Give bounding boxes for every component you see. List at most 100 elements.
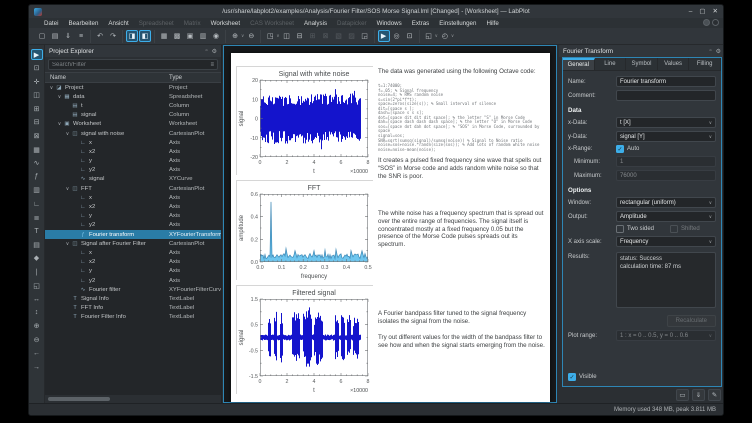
tree-row-t[interactable]: ▤tColumn [45,101,221,110]
dock-close-icon[interactable]: ⚙ [716,48,721,55]
tree-row-worksheet[interactable]: ∨▣WorksheetWorksheet [45,120,221,129]
chevron-down-icon[interactable]: ∨ [276,33,279,39]
move-mode-icon[interactable]: ✛ [31,76,43,87]
expander-icon[interactable]: ∨ [56,94,63,100]
navigate-mode-icon[interactable]: ▶ [31,49,43,60]
tab-symbol[interactable]: Symbol [626,58,658,70]
type-column-header[interactable]: Type [169,75,221,81]
close-button[interactable]: ✕ [713,5,718,18]
add-reference-line-icon[interactable]: ∣ [31,267,43,278]
add-cartesian-plot-icon[interactable]: ◫ [31,90,43,101]
new-matrix-icon[interactable]: ▩ [171,30,183,42]
auto-scale-icon[interactable]: ◱ [31,280,43,291]
tree-row-fourier-filter[interactable]: ∿Fourier filterXYFourierFilterCurve [45,285,221,294]
select-mode-icon[interactable]: ▶ [378,30,390,42]
menu-hilfe[interactable]: Hilfe [481,20,503,27]
tree-row-project[interactable]: ∨◪ProjectProject [45,83,221,92]
load-function-button[interactable]: ▭ [676,389,689,401]
add-histogram-icon[interactable]: ▥ [31,185,43,196]
window-select[interactable]: rectangular (uniform)∨ [616,197,716,208]
text-label-intro[interactable]: The data was generated using the followi… [378,68,545,76]
tree-row-fourier-filter-info[interactable]: TFourier Filter InfoTextLabel [45,313,221,322]
tree-row-x[interactable]: ∟xAxis [45,248,221,257]
name-column-header[interactable]: Name [45,75,169,81]
tree-row-y2[interactable]: ∟y2Axis [45,166,221,175]
layout-horizontal-icon[interactable]: ⊟ [294,30,306,42]
expander-icon[interactable]: ∨ [64,131,71,137]
tree-row-y2[interactable]: ∟y2Axis [45,276,221,285]
tree-row-fft[interactable]: ∨◫FFTCartesianPlot [45,184,221,193]
auto-scale-y-icon[interactable]: ↕ [31,307,43,318]
plot-filtered-signal[interactable] [236,285,373,394]
save-edit-button[interactable]: ✎ [708,389,721,401]
zoom-select-mode-icon[interactable]: ⊡ [404,30,416,42]
recalculate-button[interactable]: Recalculate [667,315,716,327]
comment-input[interactable] [616,90,716,101]
x-data-select[interactable]: t [X]∨ [616,117,716,128]
plot-signal-with-noise-canvas[interactable] [237,67,374,176]
open-project-icon[interactable]: ▤ [49,30,61,42]
menu-einstellungen[interactable]: Einstellungen [434,20,481,27]
add-xy-curve-icon[interactable]: ∿ [31,158,43,169]
add-image-icon[interactable]: ▤ [31,239,43,250]
text-label-tryout[interactable]: Try out different values for the width o… [378,334,545,350]
tree-row-y[interactable]: ∟yAxis [45,157,221,166]
zoom-out-plot-icon[interactable]: ⊖ [31,334,43,345]
tree-row-x2[interactable]: ∟x2Axis [45,258,221,267]
menu-bearbeiten[interactable]: Bearbeiten [63,20,103,27]
shift-left-x-icon[interactable]: ← [31,348,43,359]
scrollbar-thumb[interactable] [48,397,110,401]
new-worksheet-icon[interactable]: ▣ [184,30,196,42]
new-spreadsheet-icon[interactable]: ▦ [158,30,170,42]
zoom-in-icon[interactable]: ⊕ [229,30,241,42]
tree-row-y2[interactable]: ∟y2Axis [45,221,221,230]
menu-analysis[interactable]: Analysis [299,20,332,27]
menu-extras[interactable]: Extras [407,20,435,27]
tab-filling[interactable]: Filling [689,58,721,70]
zoom-out-icon[interactable]: ⊖ [245,30,257,42]
plot-filtered-signal-canvas[interactable] [237,286,374,395]
dock-float-icon[interactable]: ▫ [205,48,207,54]
add-plot-two-axes-icon[interactable]: ⊞ [31,103,43,114]
horizontal-scrollbar[interactable] [47,397,219,401]
tree-row-signal[interactable]: ▤signalColumn [45,111,221,120]
presenter-mode-icon[interactable]: ◴ [439,30,451,42]
plot-signal-with-noise[interactable] [236,66,373,175]
edit-mode-icon[interactable]: ◲ [359,30,371,42]
dock-close-icon[interactable]: ⚙ [212,48,217,55]
plot-fft-canvas[interactable] [237,181,374,281]
filter-options-icon[interactable]: ≡ [210,62,214,68]
maximize-button[interactable]: ▢ [699,5,705,18]
tree-row-signal-info[interactable]: TSignal InfoTextLabel [45,294,221,303]
hamburger-menu-icon[interactable] [703,19,710,26]
shift-right-x-icon[interactable]: → [31,362,43,373]
add-four-plots-icon[interactable]: ▦ [31,144,43,155]
output-select[interactable]: Amplitude∨ [616,211,716,222]
add-text-label-icon[interactable]: T [31,226,43,237]
tree-row-signal-with-noise[interactable]: ∨◫signal with noiseCartesianPlot [45,129,221,138]
tree-column-header[interactable]: Name Type [45,72,221,83]
add-equation-curve-icon[interactable]: ƒ [31,171,43,182]
crosshair-mode-icon[interactable]: ◎ [391,30,403,42]
text-label-creates[interactable]: It creates a pulsed fixed frequency sine… [378,157,545,180]
text-label-whitenoise[interactable]: The white noise has a frequency spectrum… [378,210,545,249]
add-plot-centered-zero-icon[interactable]: ⊠ [31,131,43,142]
auto-checkbox[interactable]: ✓ [616,145,624,153]
tree-row-signal-after-fourier-filter[interactable]: ∨◫Signal after Fourier FilterCartesianPl… [45,239,221,248]
tree-row-y[interactable]: ∟yAxis [45,212,221,221]
magnification-icon[interactable]: ◱ [423,30,435,42]
tree-row-signal[interactable]: ∿signalXYCurve [45,175,221,184]
undo-icon[interactable]: ↶ [94,30,106,42]
toggle-properties-dock-icon[interactable]: ◧ [139,30,151,42]
chevron-down-icon[interactable]: ∨ [241,33,244,39]
y-data-select[interactable]: signal [Y]∨ [616,131,716,142]
save-project-icon[interactable]: ⇓ [62,30,74,42]
tab-general[interactable]: General [563,58,595,70]
add-custom-point-icon[interactable]: ◆ [31,253,43,264]
menu-worksheet[interactable]: Worksheet [206,20,245,27]
name-input[interactable]: Fourier transform [616,76,716,87]
add-axis-icon[interactable]: ∟ [31,199,43,210]
tree-row-x[interactable]: ∟xAxis [45,193,221,202]
tab-line[interactable]: Line [595,58,627,70]
new-project-icon[interactable]: ▢ [36,30,48,42]
